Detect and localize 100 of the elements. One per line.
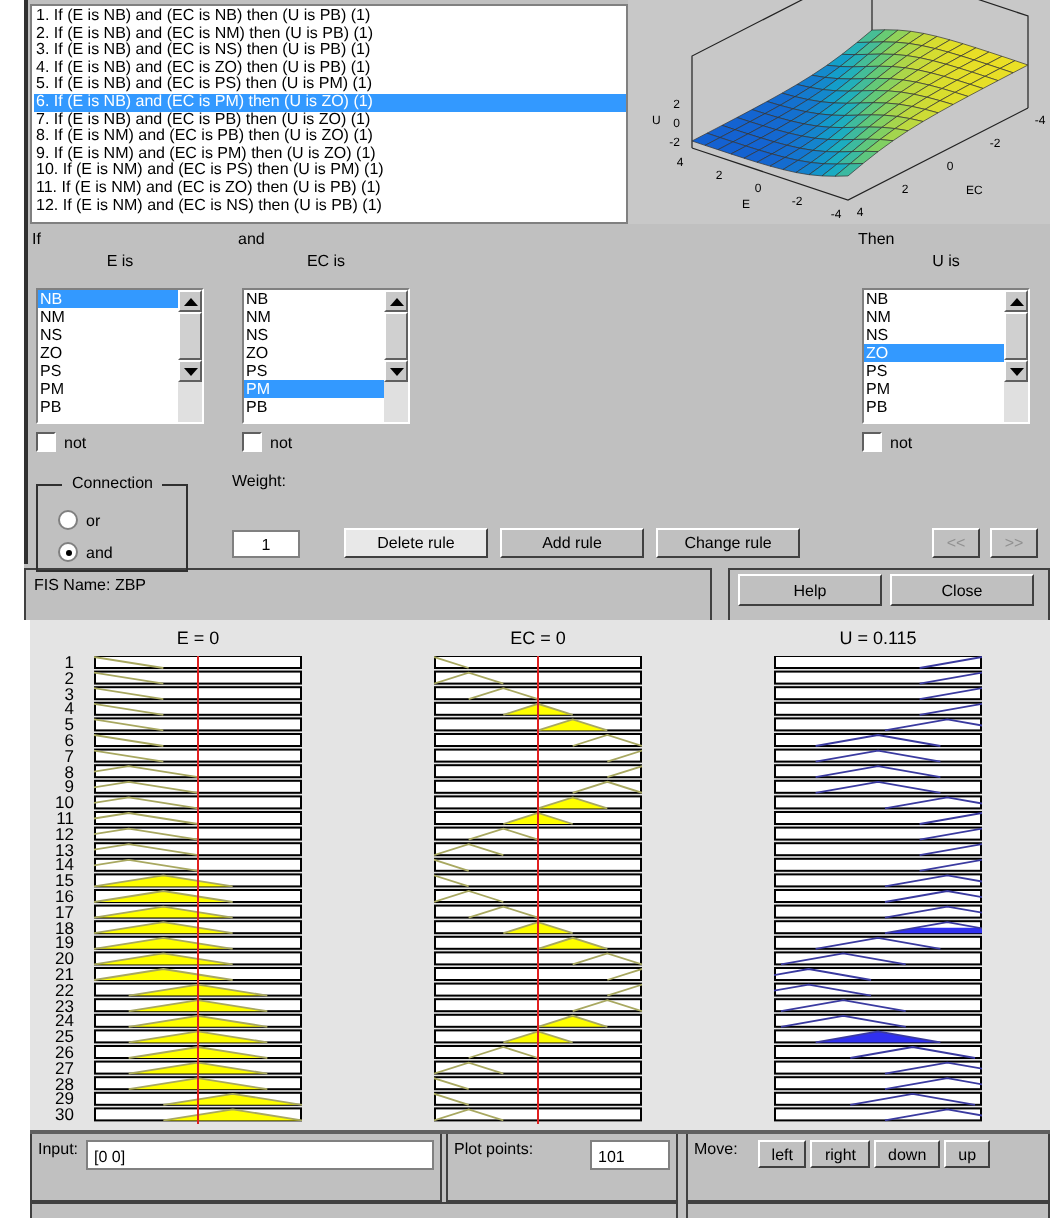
checkbox[interactable] (242, 432, 262, 452)
rule-item[interactable]: 11. If (E is NM) and (EC is ZO) then (U is PB) (1) (34, 179, 626, 198)
dialog-button[interactable]: Close (890, 574, 1034, 606)
scroll-up-button[interactable] (384, 290, 408, 312)
input-line[interactable] (537, 656, 539, 1124)
scroll-down-button[interactable] (1004, 360, 1028, 382)
rule-number: 25 (53, 1030, 76, 1046)
rule-number: 30 (53, 1108, 76, 1124)
list-item[interactable]: NS (864, 326, 1004, 344)
variable-label: U is (930, 252, 962, 274)
rule-item[interactable]: 2. If (E is NB) and (EC is NM) then (U is PB) (1) (34, 25, 626, 43)
checkbox[interactable] (36, 432, 56, 452)
move-button[interactable]: up (944, 1140, 991, 1168)
caret-up-icon (183, 297, 197, 305)
list-item[interactable]: PS (244, 362, 384, 380)
rule-number: 26 (53, 1045, 76, 1062)
list-item[interactable]: PM (864, 380, 1004, 398)
variable-value: U = 0.115 (839, 628, 917, 648)
rule-item[interactable]: 5. If (E is NB) and (EC is PS) then (U is PM) (1) (34, 76, 626, 94)
rule-number: 27 (53, 1061, 76, 1078)
move-label: Move: (694, 1140, 738, 1158)
radio-label: or (86, 511, 101, 529)
checkbox[interactable] (862, 432, 882, 452)
scroll-thumb[interactable] (1004, 312, 1028, 360)
list-item[interactable]: PB (864, 398, 1004, 416)
variable-label: EC is (304, 252, 348, 274)
rule-number: 14 (53, 858, 76, 875)
rule-list[interactable] (30, 4, 628, 224)
rule-item[interactable]: 3. If (E is NB) and (EC is NS) then (U is PB) (1) (34, 42, 626, 60)
input-line[interactable] (197, 656, 199, 1124)
input-label: Input: (38, 1140, 79, 1158)
input-field[interactable]: [0 0] (86, 1140, 434, 1170)
rule-number: 4 (62, 702, 76, 719)
scrollbar[interactable] (1004, 290, 1028, 422)
rule-button[interactable]: Add rule (500, 528, 644, 558)
rule-item[interactable]: 9. If (E is NM) and (EC is PM) then (U is ZO) (1) (34, 145, 626, 163)
list-item[interactable]: ZO (38, 344, 178, 362)
membership-list[interactable]: NB NM NS ZO PS PM PB (242, 288, 410, 424)
move-button[interactable]: right (810, 1140, 871, 1168)
list-item[interactable]: NM (864, 308, 1004, 326)
plot-points-field[interactable]: 101 (590, 1140, 670, 1170)
rule-number: 12 (53, 827, 76, 844)
rule-number: 22 (53, 983, 76, 1000)
list-item[interactable]: PB (244, 398, 384, 416)
list-item[interactable]: NS (38, 326, 178, 344)
dialog-button[interactable]: Help (738, 574, 882, 606)
scroll-up-button[interactable] (1004, 290, 1028, 312)
weight-field[interactable]: 1 (232, 529, 300, 557)
rule-number: 13 (53, 843, 76, 859)
section-label: and (238, 230, 267, 252)
scroll-down-button[interactable] (384, 360, 408, 382)
rule-number: 10 (53, 796, 76, 812)
radio-button[interactable] (58, 542, 78, 562)
caret-down-icon (389, 367, 403, 375)
rule-number: 8 (62, 765, 76, 781)
rule-number: 17 (53, 905, 76, 922)
rule-number: 1 (62, 656, 76, 672)
rule-button[interactable]: Change rule (656, 528, 800, 558)
rule-item[interactable]: 4. If (E is NB) and (EC is ZO) then (U is PB) (1) (34, 59, 626, 77)
radio-button[interactable] (58, 510, 78, 530)
scroll-down-button[interactable] (178, 360, 202, 382)
move-button[interactable]: down (874, 1140, 941, 1168)
rule-number: 19 (53, 936, 76, 953)
scroll-up-button[interactable] (178, 290, 202, 312)
fis-name: FIS Name: ZBP (34, 576, 147, 594)
list-item[interactable]: NM (38, 308, 178, 326)
scroll-thumb[interactable] (384, 312, 408, 360)
list-item[interactable]: PS (864, 362, 1004, 380)
rule-number: 7 (62, 749, 76, 766)
rule-number: 20 (53, 952, 76, 968)
scroll-thumb[interactable] (178, 312, 202, 360)
scrollbar[interactable] (178, 290, 202, 422)
rule-button[interactable]: Delete rule (344, 528, 488, 558)
rule-item[interactable]: 1. If (E is NB) and (EC is NB) then (U is PB) (1) (34, 8, 626, 26)
plot-points-label: Plot points: (454, 1140, 534, 1158)
rule-number: 16 (53, 889, 76, 906)
rule-number: 24 (53, 1014, 76, 1031)
list-item[interactable]: PB (38, 398, 178, 416)
caret-up-icon (389, 297, 403, 305)
rule-number: 9 (64, 780, 76, 797)
list-item[interactable]: ZO (244, 344, 384, 362)
rule-item[interactable]: 8. If (E is NM) and (EC is PB) then (U is ZO) (1) (34, 128, 626, 146)
move-button[interactable]: left (757, 1140, 807, 1168)
list-item[interactable]: PS (38, 362, 178, 380)
list-item[interactable]: NS (244, 326, 384, 344)
membership-list[interactable]: NB NM NS ZO PS PM PB (36, 288, 204, 424)
rule-number: 21 (53, 967, 76, 984)
membership-list[interactable]: NB NM NS ZO PS PM PB (862, 288, 1030, 424)
rule-item[interactable]: 7. If (E is NB) and (EC is PB) then (U is ZO) (1) (34, 111, 626, 129)
scrollbar[interactable] (384, 290, 408, 422)
caret-up-icon (1009, 297, 1023, 305)
rule-number: 18 (53, 921, 76, 937)
rule-item[interactable]: 10. If (E is NM) and (EC is PS) then (U is PM) (1) (34, 162, 626, 180)
list-item[interactable]: NB (864, 290, 1004, 308)
list-item[interactable]: NM (244, 308, 384, 326)
rule-number: 15 (53, 874, 76, 890)
list-item[interactable]: PM (38, 380, 178, 398)
list-item[interactable]: NB (244, 290, 384, 308)
checkbox-label: not (890, 433, 913, 451)
rule-item[interactable]: 12. If (E is NM) and (EC is NS) then (U is PB) (1) (34, 197, 626, 215)
